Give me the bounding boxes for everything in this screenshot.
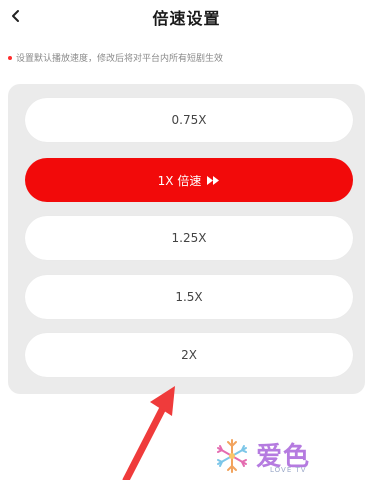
hint-text: 设置默认播放速度，修改后将对平台内所有短剧生效: [16, 54, 224, 64]
speed-option-label: 1X 倍速: [157, 173, 202, 188]
snowflake-logo-icon: [217, 439, 247, 473]
hint-dot: [8, 55, 12, 60]
speed-option-1-5x[interactable]: 1.5X: [25, 275, 353, 319]
hint: 设置默认播放速度，修改后将对平台内所有短剧生效: [8, 51, 223, 64]
speed-option-1-25x[interactable]: 1.25X: [25, 216, 353, 260]
annotation-arrow-icon: [122, 386, 175, 480]
fast-forward-icon: [207, 175, 220, 185]
speed-option-label: 2X: [181, 348, 197, 362]
page-title: 倍速设置: [152, 9, 221, 28]
speed-option-label: 1.5X: [175, 290, 203, 304]
speed-option-1x[interactable]: 1X 倍速: [25, 158, 353, 202]
speed-option-0-75x[interactable]: 0.75X: [25, 98, 353, 142]
speed-options-panel: 0.75X 1X 倍速 1.25X 1.5X 2X: [8, 84, 365, 394]
watermark-logo: 爱色 LOVE TV: [212, 436, 342, 476]
header: 倍速设置: [0, 0, 373, 36]
watermark-subtext: LOVE TV: [270, 466, 307, 474]
speed-option-2x[interactable]: 2X: [25, 333, 353, 377]
speed-option-label: 0.75X: [171, 113, 207, 127]
speed-option-label: 1.25X: [171, 231, 207, 245]
